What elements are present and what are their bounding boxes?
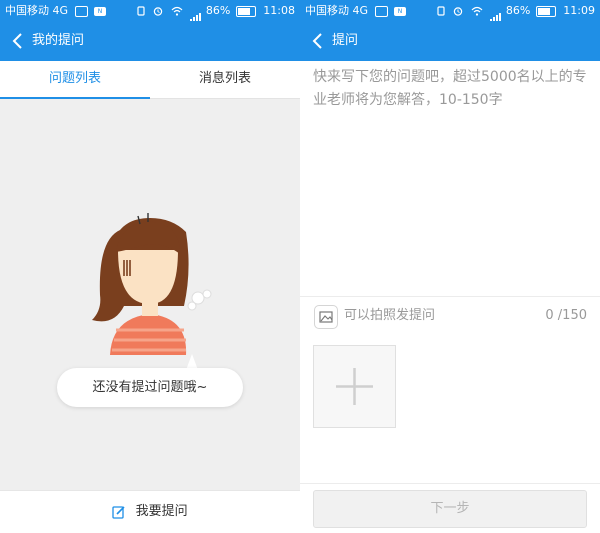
ask-question-label: 我要提问 <box>135 504 188 519</box>
photo-hint: 可以拍照发提问 <box>344 308 436 323</box>
signal-icon <box>490 1 502 22</box>
empty-state-message: 还没有提过问题哦~ <box>57 368 243 407</box>
status-time: 11:08 <box>263 4 295 17</box>
carrier-label: 中国移动 4G <box>305 4 369 17</box>
empty-state-girl-illustration <box>92 213 212 355</box>
header: 我的提问 <box>0 21 300 61</box>
app-screens: 中国移动 4G N 86% 11:08 我的提问 问题列表 消息列表 还没有提过… <box>0 0 600 533</box>
question-input[interactable]: 快来写下您的问题吧，超过5000名以上的专业老师将为您解答，10-150字 <box>313 66 587 112</box>
ask-question-screen: 中国移动 4G N 86% 11:09 提问 快来写下您的问题吧，超过5000名… <box>300 0 600 533</box>
status-time: 11:09 <box>563 4 595 17</box>
image-icon[interactable] <box>314 305 338 329</box>
signal-icon <box>190 1 202 22</box>
status-carrier: 中国移动 4G N <box>305 0 407 21</box>
tab-message-list[interactable]: 消息列表 <box>150 61 300 98</box>
back-arrow-icon[interactable] <box>308 30 330 52</box>
add-photo-button[interactable] <box>313 345 396 428</box>
char-counter: 0 /150 <box>545 308 587 323</box>
status-bar: 中国移动 4G N 86% 11:08 <box>0 0 300 22</box>
status-right: 86% 11:09 <box>436 0 595 22</box>
edit-icon <box>112 505 125 519</box>
next-step-button[interactable]: 下一步 <box>313 490 587 528</box>
back-arrow-icon[interactable] <box>8 30 30 52</box>
my-questions-screen: 中国移动 4G N 86% 11:08 我的提问 问题列表 消息列表 还没有提过… <box>0 0 300 533</box>
tab-question-list[interactable]: 问题列表 <box>0 61 150 99</box>
photo-row: 可以拍照发提问 0 /150 <box>300 297 600 335</box>
status-bar: 中国移动 4G N 86% 11:09 <box>300 0 600 22</box>
alarm-icon <box>154 7 163 16</box>
vibrate-icon <box>137 6 145 16</box>
nfc-icon: N <box>394 6 407 16</box>
status-right: 86% 11:08 <box>136 0 295 22</box>
image-glyph-icon <box>319 311 333 323</box>
vibrate-icon <box>437 6 445 16</box>
status-carrier: 中国移动 4G N <box>5 0 107 21</box>
divider <box>300 483 600 484</box>
page-title: 我的提问 <box>32 33 85 48</box>
tab-bar: 问题列表 消息列表 <box>0 61 300 99</box>
image-notification-icon <box>374 5 388 17</box>
nfc-icon: N <box>94 6 107 16</box>
carrier-label: 中国移动 4G <box>5 4 69 17</box>
battery-icon <box>235 5 256 17</box>
battery-icon <box>535 5 556 17</box>
wifi-icon <box>471 6 483 16</box>
image-notification-icon <box>74 5 88 17</box>
ask-question-button[interactable]: 我要提问 <box>0 490 300 533</box>
battery-percent: 86% <box>205 4 231 17</box>
wifi-icon <box>171 6 183 16</box>
plus-icon <box>336 368 373 405</box>
alarm-icon <box>454 7 463 16</box>
header: 提问 <box>300 21 600 61</box>
page-title: 提问 <box>332 33 359 48</box>
battery-percent: 86% <box>505 4 531 17</box>
